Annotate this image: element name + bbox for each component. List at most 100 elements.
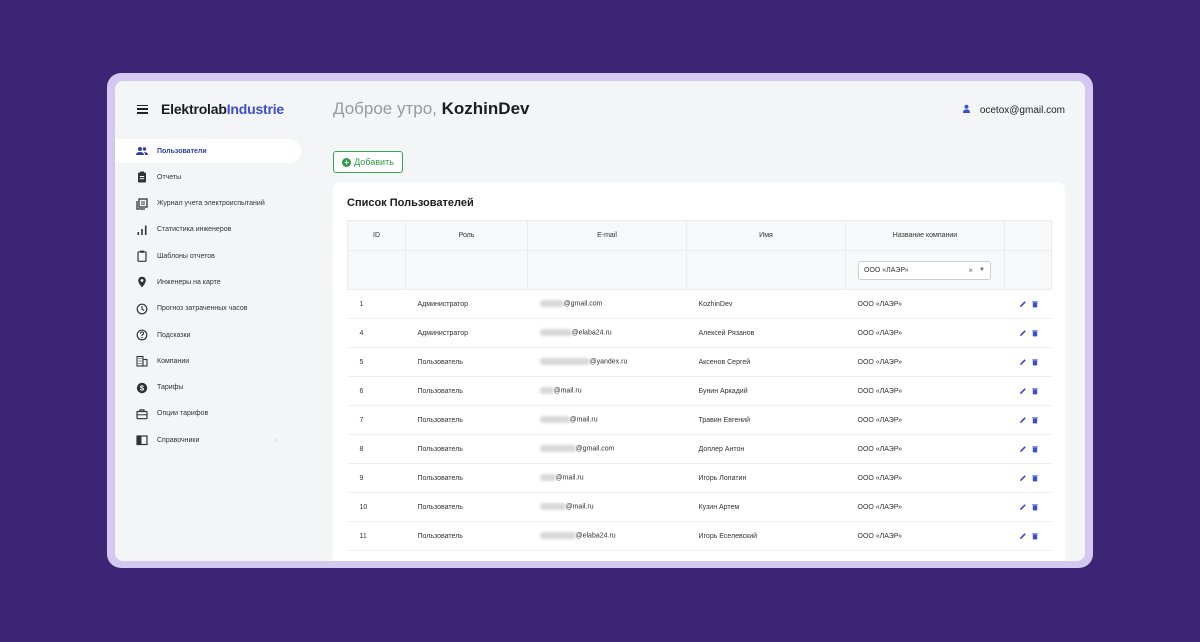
plus-circle-icon: + [342,157,352,167]
delete-icon[interactable] [1031,503,1039,511]
table-title: Список Пользователей [347,197,474,209]
row-actions [1004,347,1052,377]
users-table: ID Роль E-mail Имя Название компании ООО… [347,220,1052,551]
table-row[interactable]: 6 Пользователь @mail.ru Бунин Аркадий ООО «Л… [347,376,1052,406]
delete-icon[interactable] [1031,416,1039,424]
users-icon [135,144,149,158]
delete-icon[interactable] [1031,532,1039,540]
table-row[interactable]: 9 Пользователь @mail.ru Игорь Лопатин ООО «Л… [347,463,1052,493]
cell-id: 4 [347,318,406,348]
sidebar-item-journal[interactable]: Журнал учета электроиспытаний [115,192,301,216]
column-header-email[interactable]: E-mail [527,220,687,251]
cell-name: Бунин Аркадий [686,376,846,406]
cell-id: 11 [347,521,406,551]
cell-company: ООО «ЛАЭР» [845,318,1005,348]
add-user-button[interactable]: + Добавить [333,151,403,173]
row-actions [1004,289,1052,319]
cell-role: Пользователь [405,521,528,551]
table-row[interactable]: 11 Пользователь @elaba24.ru Игорь Еселевски… [347,521,1052,551]
cell-role: Пользователь [405,434,528,464]
column-header-role[interactable]: Роль [405,220,528,251]
edit-icon[interactable] [1019,503,1027,511]
edit-icon[interactable] [1019,532,1027,540]
brand: ElektrolabIndustrie [137,101,284,117]
redacted-email-user [539,300,564,308]
row-actions [1004,492,1052,522]
delete-icon[interactable] [1031,329,1039,337]
table-row[interactable]: 10 Пользователь @mail.ru Кузин Артем ООО «ЛА… [347,492,1052,522]
column-header-company[interactable]: Название компании [845,220,1005,251]
sidebar-item-template[interactable]: Шаблоны отчетов [115,244,301,268]
cell-name: Алексей Рязанов [686,318,846,348]
table-row[interactable]: 1 Администратор @gmail.com KozhinDev ООО «ЛА… [347,289,1052,319]
row-actions [1004,405,1052,435]
sidebar-item-bar-chart[interactable]: Статистика инженеров [115,218,301,242]
cell-company: ООО «ЛАЭР» [845,463,1005,493]
cell-id: 6 [347,376,406,406]
cell-company: ООО «ЛАЭР» [845,434,1005,464]
table-body: 1 Администратор @gmail.com KozhinDev ООО «ЛА… [347,289,1052,551]
column-header-id[interactable]: ID [347,220,406,251]
email-domain: @elaba24.ru [575,532,616,540]
user-email: ocetox@gmail.com [979,104,1065,116]
sidebar-item-building[interactable]: Компании [115,349,301,373]
email-domain: @gmail.com [563,300,603,308]
edit-icon[interactable] [1019,445,1027,453]
delete-icon[interactable] [1031,445,1039,453]
edit-icon[interactable] [1019,387,1027,395]
edit-icon[interactable] [1019,474,1027,482]
edit-icon[interactable] [1019,329,1027,337]
sidebar-item-users[interactable]: Пользователи [115,139,301,163]
cell-company: ООО «ЛАЭР» [845,347,1005,377]
menu-icon[interactable] [137,104,148,114]
cell-name: Игорь Еселевский [686,521,846,551]
table-row[interactable]: 7 Пользователь @mail.ru Травин Евгений ООО «… [347,405,1052,435]
table-row[interactable]: 5 Пользователь @yandex.ru Аксенов Сергей ООО… [347,347,1052,377]
email-domain: @mail.ru [569,416,598,424]
edit-icon[interactable] [1019,358,1027,366]
sidebar-item-dollar[interactable]: $ Тарифы [115,376,301,400]
clear-icon[interactable]: × [968,266,973,275]
bar-chart-icon [135,223,149,237]
help-icon [135,328,149,342]
delete-icon[interactable] [1031,474,1039,482]
delete-icon[interactable] [1031,358,1039,366]
sidebar-item-clock[interactable]: Прогноз затраченных часов [115,297,301,321]
delete-icon[interactable] [1031,387,1039,395]
row-actions [1004,521,1052,551]
sidebar-item-label: Журнал учета электроиспытаний [157,200,265,208]
cell-company: ООО «ЛАЭР» [845,289,1005,319]
edit-icon[interactable] [1019,300,1027,308]
journal-icon [135,197,149,211]
sidebar-item-label: Подсказки [157,331,191,339]
sidebar-item-label: Опции тарифов [157,410,209,418]
cell-email: @mail.ru [527,463,687,493]
cell-id: 8 [347,434,406,464]
user-menu[interactable]: ocetox@gmail.com [962,104,1065,116]
company-filter-select[interactable]: ООО «ЛАЭР» × ▼ [858,260,991,280]
redacted-email-user [539,416,570,424]
sidebar-item-briefcase[interactable]: Опции тарифов [115,402,301,426]
cell-id: 9 [347,463,406,493]
cell-name: Кузин Артем [686,492,846,522]
table-row[interactable]: 8 Пользователь @gmail.com Доплер Антон ООО «… [347,434,1052,464]
sidebar: ElektrolabIndustrie Пользователи Отчеты Жу… [115,81,305,561]
sidebar-item-map-pin[interactable]: Инженеры на карте [115,270,301,294]
sidebar-item-clipboard[interactable]: Отчеты [115,165,301,189]
cell-role: Пользователь [405,463,528,493]
cell-role: Администратор [405,289,528,319]
chevron-down-icon[interactable]: ▼ [979,267,985,273]
column-header-name[interactable]: Имя [686,220,846,251]
sidebar-item-help[interactable]: Подсказки [115,323,301,347]
delete-icon[interactable] [1031,300,1039,308]
brand-logo[interactable]: ElektrolabIndustrie [161,101,284,117]
email-domain: @yandex.ru [589,358,628,366]
redacted-email-user [539,387,554,395]
cell-name: Аксенов Сергей [686,347,846,377]
redacted-email-user [539,329,572,337]
table-row[interactable]: 4 Администратор @elaba24.ru Алексей Рязанов… [347,318,1052,348]
cell-role: Администратор [405,318,528,348]
edit-icon[interactable] [1019,416,1027,424]
sidebar-item-book[interactable]: Справочники › [115,428,301,452]
cell-name: KozhinDev [686,289,846,319]
